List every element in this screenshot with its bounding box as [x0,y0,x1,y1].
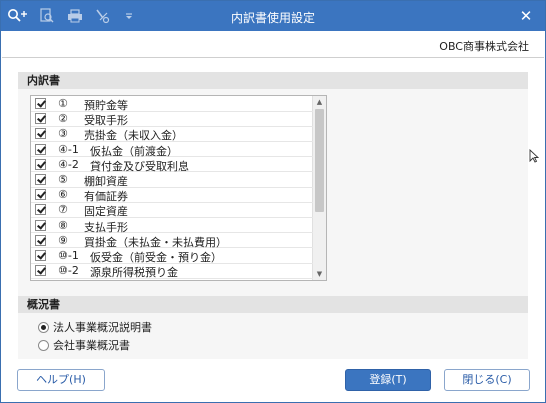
uchiwake-header: 内訳書 [18,72,528,89]
list-item[interactable]: ① 預貯金等 [31,96,313,112]
item-number: ① [58,97,68,110]
help-button[interactable]: ヘルプ(H) [17,369,105,391]
list-item[interactable]: ⑧ 支払手形 [31,218,313,234]
item-checkbox[interactable] [35,204,46,216]
radio-option[interactable]: 法人事業概況説明書 [38,319,152,335]
item-checkbox[interactable] [35,250,46,261]
item-checkbox[interactable] [35,98,46,109]
item-checkbox[interactable] [35,234,46,246]
list-item[interactable]: ⑤ 棚卸資産 [31,172,313,188]
company-name: OBC商事株式会社 [439,40,529,53]
item-number: ⑨ [58,233,68,247]
radio-button[interactable] [38,321,49,333]
item-checkbox[interactable] [35,113,46,125]
scroll-down-icon[interactable]: ▼ [313,268,326,280]
list-item[interactable]: ⑥ 有価証券 [31,187,313,203]
item-number: ⑧ [58,218,68,232]
item-checkbox[interactable] [35,128,46,140]
item-number: ② [58,112,68,126]
close-icon[interactable]: ✕ [517,7,535,25]
list-item[interactable]: ③ 売掛金（未収入金） [31,126,313,142]
item-label: 源泉所得税預り金 [90,266,178,280]
register-button[interactable]: 登録(T) [345,369,431,391]
item-checkbox[interactable] [35,189,46,201]
close-button[interactable]: 閉じる(C) [444,369,530,391]
divider [2,57,544,58]
list-item[interactable]: ④-1 仮払金（前渡金） [31,142,313,158]
item-checkbox[interactable] [35,174,46,185]
uchiwake-list[interactable]: ▲ ▼ ① 預貯金等 ② 受取手形 ③ 売掛金（未収入金） ④-1 仮払金（前渡金） ④-2 貸付… [30,95,327,281]
radio-label: 法人事業概況説明書 [53,321,152,334]
item-number: ⑩-1 [58,249,79,262]
item-number: ⑦ [58,203,68,217]
list-item[interactable]: ④-2 貸付金及び受取利息 [31,157,313,173]
scroll-up-icon[interactable]: ▲ [313,96,326,108]
gaikyo-header: 概況書 [18,296,528,313]
title-bar: 内訳書使用設定 ✕ [1,1,545,31]
radio-option[interactable]: 会社事業概況書 [38,337,130,353]
list-item[interactable]: ⑦ 固定資産 [31,202,313,218]
dialog-title: 内訳書使用設定 [230,11,315,25]
radio-button[interactable] [38,339,49,351]
item-number: ⑥ [58,188,68,202]
item-checkbox[interactable] [35,143,46,155]
item-number: ④-2 [58,157,79,171]
settings-dialog: 内訳書使用設定 ✕ OBC商事株式会社 内訳書 ▲ ▼ ① 預貯金等 ② 受取手形 ③ 売… [0,0,546,403]
settings-panel: 内訳書 ▲ ▼ ① 預貯金等 ② 受取手形 ③ 売掛金（未収入金） ④-1 仮払金（前渡金） ④… [18,72,528,359]
radio-label: 会社事業概況書 [53,339,130,352]
scroll-thumb[interactable] [315,109,324,212]
item-number: ④-1 [58,142,79,156]
list-item[interactable]: ⑩-1 仮受金（前受金・預り金） [31,248,313,264]
item-checkbox[interactable] [35,158,46,170]
item-number: ③ [58,127,68,141]
list-item[interactable]: ⑨ 買掛金（未払金・未払費用） [31,233,313,249]
list-scrollbar[interactable]: ▲ ▼ [312,96,326,280]
mouse-cursor-icon [529,149,539,163]
list-item[interactable]: ② 受取手形 [31,111,313,127]
item-checkbox[interactable] [35,265,46,277]
item-number: ⑤ [58,173,68,186]
item-number: ⑩-2 [58,264,79,278]
item-checkbox[interactable] [35,219,46,231]
list-item[interactable]: ⑩-2 源泉所得税預り金 [31,263,313,279]
